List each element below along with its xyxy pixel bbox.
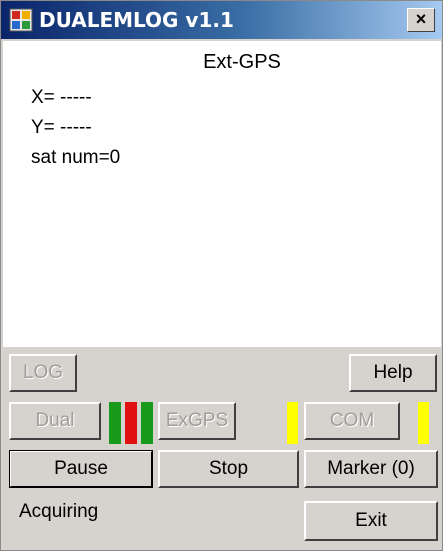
y-coordinate-readout: Y= ----- bbox=[31, 117, 92, 138]
dual-status-indicator-2 bbox=[125, 402, 137, 444]
marker-button[interactable]: Marker (0) bbox=[304, 450, 438, 488]
com-status-indicator bbox=[418, 402, 429, 444]
dual-button[interactable]: Dual bbox=[9, 402, 101, 440]
app-window: DUALEMLOG v1.1 × Ext-GPS X= ----- Y= ---… bbox=[0, 0, 443, 551]
window-title: DUALEMLOG v1.1 bbox=[39, 8, 234, 32]
satellite-count-readout: sat num=0 bbox=[31, 147, 121, 168]
com-button[interactable]: COM bbox=[304, 402, 400, 440]
app-icon bbox=[9, 8, 33, 32]
pause-button[interactable]: Pause bbox=[9, 450, 153, 488]
exit-button[interactable]: Exit bbox=[304, 501, 438, 541]
log-button[interactable]: LOG bbox=[9, 354, 77, 392]
dual-status-indicator-1 bbox=[109, 402, 121, 444]
stop-button[interactable]: Stop bbox=[158, 450, 299, 488]
title-bar[interactable]: DUALEMLOG v1.1 × bbox=[1, 1, 442, 39]
exgps-status-indicator bbox=[287, 402, 298, 444]
exgps-button[interactable]: ExGPS bbox=[158, 402, 236, 440]
x-coordinate-readout: X= ----- bbox=[31, 87, 92, 108]
status-label: Acquiring bbox=[19, 501, 99, 522]
help-button[interactable]: Help bbox=[349, 354, 437, 392]
gps-display-panel: Ext-GPS X= ----- Y= ----- sat num=0 bbox=[3, 41, 441, 347]
close-icon: × bbox=[415, 9, 427, 29]
close-button[interactable]: × bbox=[407, 8, 435, 32]
dual-status-indicator-3 bbox=[141, 402, 153, 444]
display-title: Ext-GPS bbox=[203, 51, 281, 73]
